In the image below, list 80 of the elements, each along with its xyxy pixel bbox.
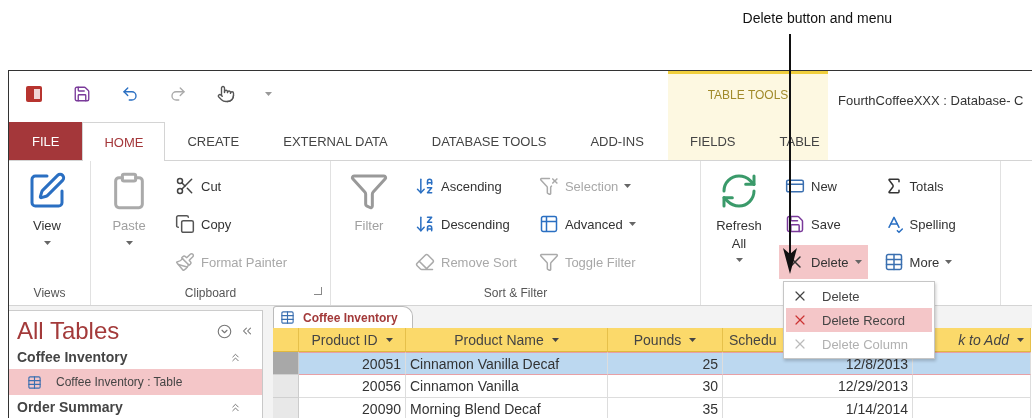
group-label: Clipboard: [184, 286, 237, 300]
ribbon-button[interactable]: Refresh All: [709, 169, 769, 265]
table-cell: 25: [608, 352, 723, 375]
scissors-icon: [175, 176, 195, 196]
caret-icon: [265, 91, 272, 96]
group-label: Views: [33, 286, 66, 300]
ribbon-button[interactable]: Spelling: [877, 207, 962, 241]
callout-label: Delete button and menu: [742, 10, 892, 28]
document-tab[interactable]: Coffee Inventory: [273, 306, 413, 328]
ribbon-button[interactable]: More: [877, 245, 962, 279]
table-icon: [883, 252, 904, 272]
ribbon-tab[interactable]: ADD-INS: [568, 122, 666, 160]
ribbon-button[interactable]: Copy: [169, 207, 293, 241]
caret-icon: [385, 337, 393, 342]
save-icon: [73, 84, 91, 103]
table-cell: Cinnamon Vanilla Decaf: [406, 352, 608, 375]
table-cell: 20051: [299, 352, 406, 375]
collapse-icon: [240, 324, 254, 338]
group-label: Sort & Filter: [483, 286, 548, 300]
save-icon: [785, 214, 805, 234]
table-icon: [538, 214, 559, 234]
context-label: TABLE TOOLS: [706, 87, 790, 104]
group-header[interactable]: Order Summary: [17, 399, 123, 415]
paintbrush-icon: [175, 252, 195, 272]
sort-descending-icon: [415, 214, 435, 234]
ribbon-button[interactable]: Delete: [779, 245, 868, 279]
group-header[interactable]: Coffee Inventory: [17, 349, 128, 365]
ribbon-button[interactable]: Save: [779, 207, 868, 241]
ribbon-tab[interactable]: EXTERNAL DATA: [261, 122, 410, 160]
row-selector[interactable]: [273, 352, 299, 375]
ribbon-tab[interactable]: FILE: [9, 122, 83, 160]
ribbon-tab[interactable]: FIELDS: [668, 122, 758, 160]
sort-ascending-icon: [415, 176, 435, 196]
ribbon-tab[interactable]: HOME: [82, 122, 166, 161]
table-icon: [27, 374, 42, 390]
column-header[interactable]: Product ID: [299, 328, 406, 352]
launcher-icon[interactable]: [314, 287, 322, 295]
ribbon-button[interactable]: Totals: [877, 169, 962, 203]
caret-icon: [551, 337, 559, 342]
caret-icon: [689, 337, 697, 342]
funnel-icon: [538, 176, 559, 196]
caret-icon: [628, 222, 636, 226]
undo-icon: [121, 84, 139, 103]
touch-icon: [217, 84, 235, 103]
funnel-icon: [538, 252, 559, 272]
ribbon-button[interactable]: View: [17, 169, 77, 247]
ribbon-button[interactable]: Descending: [409, 207, 523, 241]
ribbon-tab[interactable]: DATABASE TOOLS: [409, 122, 569, 160]
ribbon-tab[interactable]: CREATE: [165, 122, 262, 160]
ribbon-button[interactable]: New: [779, 169, 868, 203]
nav-item[interactable]: Coffee Inventory : Table: [9, 369, 262, 395]
column-header[interactable]: Product Name: [406, 328, 608, 352]
table-cell: 12/29/2013: [723, 375, 913, 398]
caret-icon: [125, 240, 133, 245]
table-cell: 30: [608, 375, 723, 398]
card-icon: [785, 176, 805, 196]
table-icon: [280, 310, 295, 325]
table-cell: Cinnamon Vanilla: [406, 375, 608, 398]
copy-icon: [175, 214, 195, 234]
caret-icon: [854, 260, 862, 264]
eraser-icon: [415, 252, 435, 272]
caret-icon: [735, 258, 743, 263]
ribbon-button[interactable]: Cut: [169, 169, 293, 203]
ribbon-button[interactable]: Advanced: [532, 207, 642, 241]
row-selector[interactable]: [273, 375, 299, 398]
redo-icon: [169, 84, 187, 103]
app-logo-icon[interactable]: [25, 84, 43, 103]
caret-icon: [43, 240, 51, 245]
table-cell: 20056: [299, 375, 406, 398]
caret-icon: [624, 184, 632, 188]
caret-icon: [945, 260, 953, 264]
caret-icon: [1017, 337, 1024, 342]
dropdown-icon: [217, 323, 232, 339]
pane-title: All Tables: [17, 317, 121, 345]
window-title: FourthCoffeeXXX : Database- C: [838, 93, 1024, 108]
row-selector[interactable]: [273, 398, 299, 418]
menu-item[interactable]: Delete Record: [786, 308, 932, 332]
ribbon-button[interactable]: Ascending: [409, 169, 523, 203]
select-all-corner[interactable]: [273, 328, 299, 352]
column-header[interactable]: Pounds: [608, 328, 723, 352]
